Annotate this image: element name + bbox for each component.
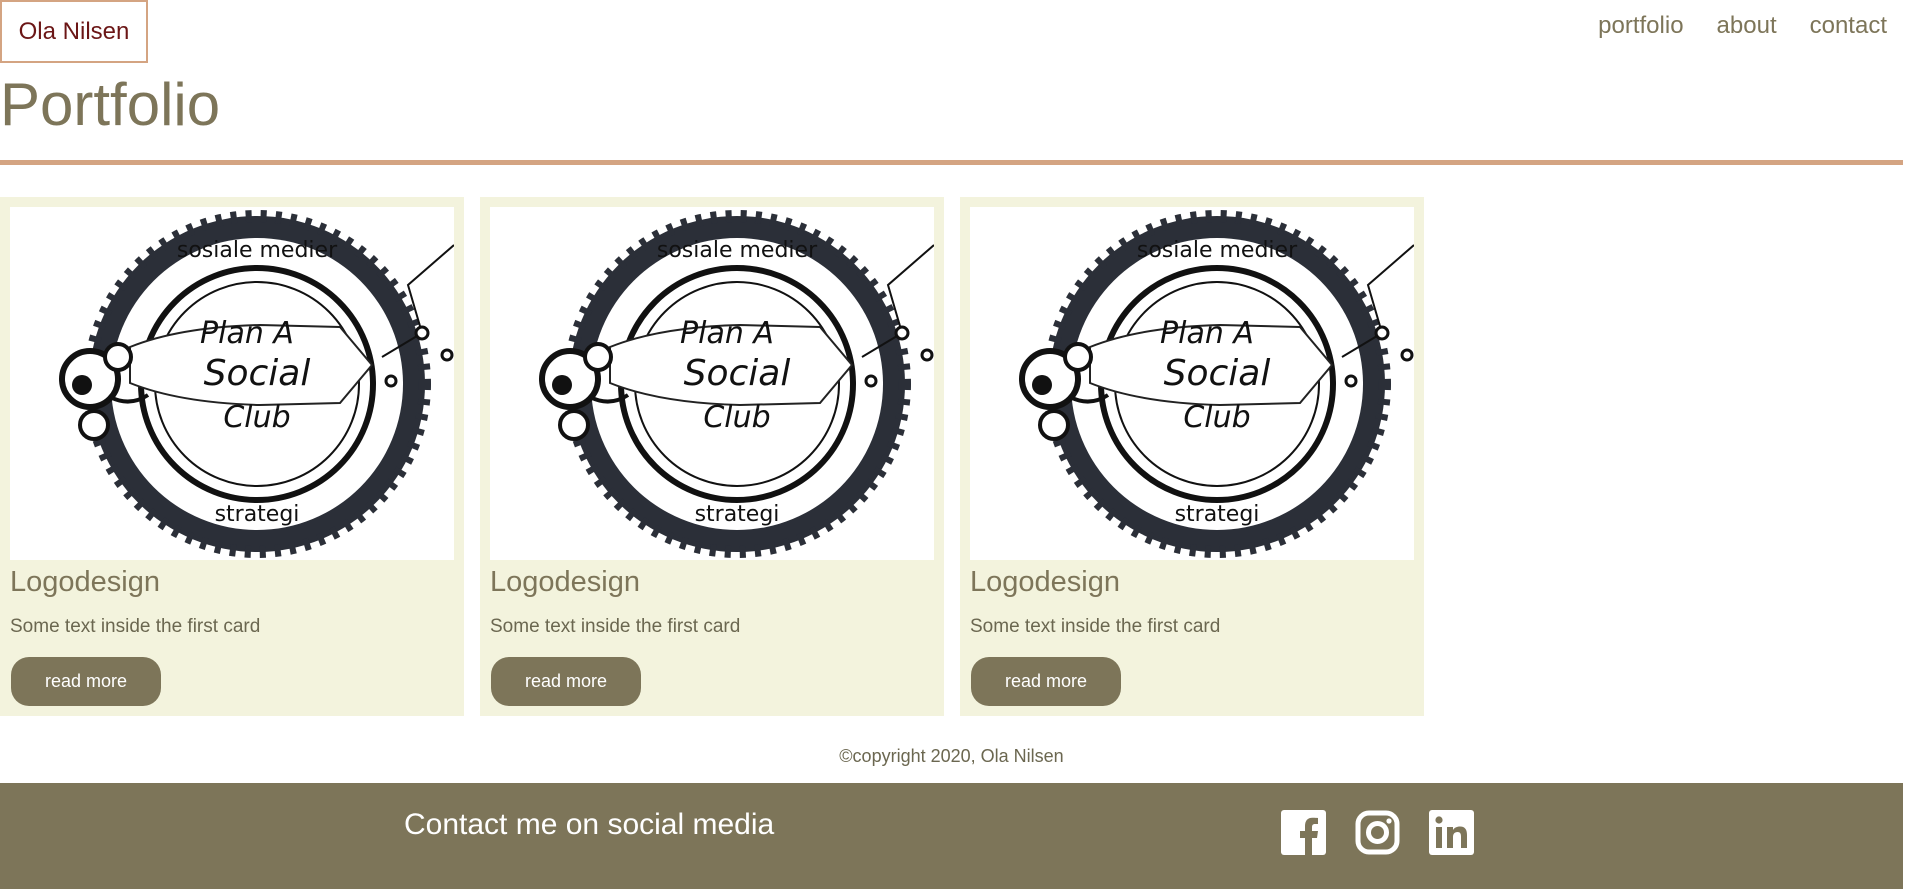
portfolio-cards: sosiale medier Plan A Social Club strate… bbox=[0, 197, 1424, 716]
card-title: Logodesign bbox=[970, 566, 1120, 598]
logo-line1-text: Plan A bbox=[1160, 316, 1254, 351]
header-divider bbox=[0, 160, 1903, 165]
portfolio-card: sosiale medier Plan A Social Club strate… bbox=[0, 197, 464, 716]
facebook-icon[interactable] bbox=[1281, 810, 1326, 855]
card-text: Some text inside the first card bbox=[490, 615, 741, 637]
logo-line3-text: Club bbox=[1183, 400, 1250, 435]
nav-about[interactable]: about bbox=[1717, 12, 1777, 40]
read-more-button[interactable]: read more bbox=[491, 657, 641, 706]
copyright-text: ©copyright 2020, Ola Nilsen bbox=[839, 746, 1064, 766]
main-nav: portfolio about contact bbox=[1598, 12, 1887, 40]
nav-contact[interactable]: contact bbox=[1810, 12, 1887, 40]
brand-name: Ola Nilsen bbox=[18, 17, 130, 45]
logo-line2-text: Social bbox=[1164, 353, 1271, 394]
read-more-button[interactable]: read more bbox=[971, 657, 1121, 706]
footer: Contact me on social media bbox=[0, 783, 1903, 889]
footer-title: Contact me on social media bbox=[404, 808, 775, 841]
plan-a-social-club-logo-image[interactable]: sosiale medier Plan A Social Club strate… bbox=[970, 207, 1414, 560]
plan-a-social-club-logo-image[interactable]: sosiale medier Plan A Social Club strate… bbox=[10, 207, 454, 560]
logo-bottom-text: strategi bbox=[215, 502, 300, 527]
instagram-icon[interactable] bbox=[1355, 810, 1400, 855]
portfolio-card: sosiale medier Plan A Social Club strate… bbox=[480, 197, 944, 716]
logo-line2-text: Social bbox=[204, 353, 311, 394]
linkedin-icon[interactable] bbox=[1429, 810, 1474, 855]
logo-line1-text: Plan A bbox=[200, 316, 294, 351]
read-more-button[interactable]: read more bbox=[11, 657, 161, 706]
logo-line3-text: Club bbox=[223, 400, 290, 435]
logo-bottom-text: strategi bbox=[1175, 502, 1260, 527]
brand-logo[interactable]: Ola Nilsen bbox=[0, 0, 148, 63]
logo-bottom-text: strategi bbox=[695, 502, 780, 527]
nav-portfolio[interactable]: portfolio bbox=[1598, 12, 1683, 40]
page-title: Portfolio bbox=[0, 71, 221, 138]
logo-line1-text: Plan A bbox=[680, 316, 774, 351]
logo-top-text: sosiale medier bbox=[657, 238, 818, 263]
logo-line3-text: Club bbox=[703, 400, 770, 435]
logo-line2-text: Social bbox=[684, 353, 791, 394]
logo-top-text: sosiale medier bbox=[177, 238, 338, 263]
card-title: Logodesign bbox=[490, 566, 640, 598]
card-text: Some text inside the first card bbox=[10, 615, 261, 637]
card-text: Some text inside the first card bbox=[970, 615, 1221, 637]
portfolio-card: sosiale medier Plan A Social Club strate… bbox=[960, 197, 1424, 716]
social-links bbox=[1281, 810, 1474, 855]
card-title: Logodesign bbox=[10, 566, 160, 598]
plan-a-social-club-logo-image[interactable]: sosiale medier Plan A Social Club strate… bbox=[490, 207, 934, 560]
logo-top-text: sosiale medier bbox=[1137, 238, 1298, 263]
